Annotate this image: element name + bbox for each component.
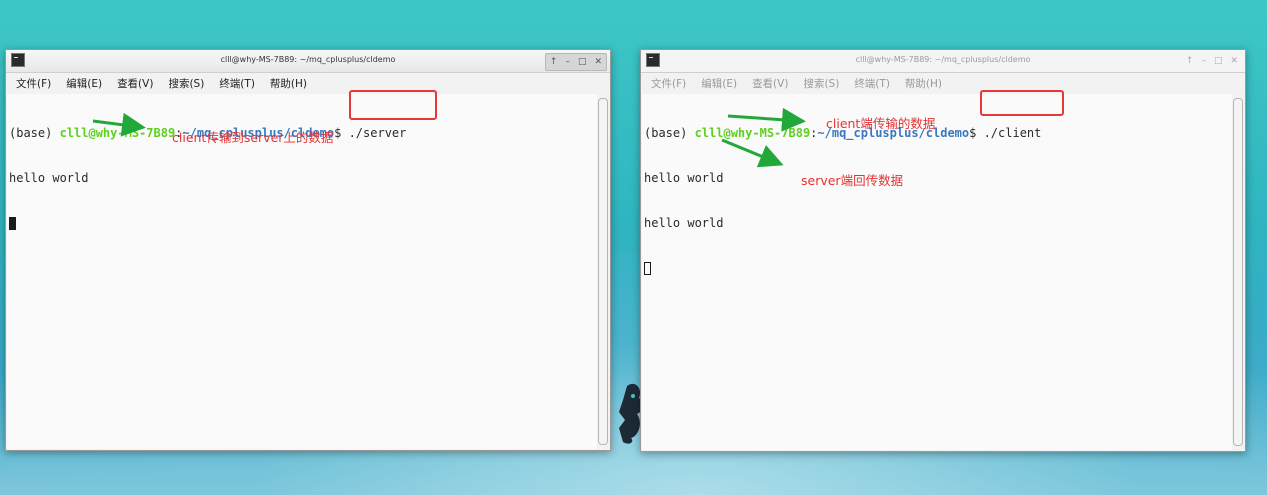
- cursor-line: [9, 216, 595, 231]
- scrollbar[interactable]: [598, 98, 608, 445]
- terminal-cursor: [644, 262, 651, 275]
- window-title: clll@why-MS-7B89: ~/mq_cplusplus/cldemo: [855, 55, 1031, 64]
- menu-help[interactable]: 帮助(H): [270, 76, 307, 91]
- window-controls: ↑ – □ ✕: [1182, 53, 1242, 69]
- env-label: (base): [9, 126, 60, 140]
- output-line: hello world: [644, 171, 724, 185]
- prompt-user: clll@why-MS-7B89: [59, 126, 176, 140]
- prompt-dollar: $: [969, 126, 984, 140]
- command-highlight-box: [980, 90, 1064, 116]
- menu-file[interactable]: 文件(F): [16, 76, 51, 91]
- prompt-user: clll@why-MS-7B89: [694, 126, 811, 140]
- terminal-window-server[interactable]: clll@why-MS-7B89: ~/mq_cplusplus/cldemo …: [5, 49, 611, 451]
- cursor-line: [644, 261, 1230, 276]
- output-line: hello world: [9, 171, 89, 185]
- menu-edit[interactable]: 编辑(E): [701, 76, 737, 91]
- prompt-dollar: $: [334, 126, 349, 140]
- terminal-window-client[interactable]: clll@why-MS-7B89: ~/mq_cplusplus/cldemo …: [640, 49, 1246, 452]
- maximize-icon[interactable]: □: [1214, 56, 1223, 66]
- annotation-echo-label: server端回传数据: [801, 173, 904, 188]
- scrollbar[interactable]: [1233, 98, 1243, 446]
- keep-above-icon[interactable]: ↑: [550, 57, 558, 67]
- menu-bar: 文件(F) 编辑(E) 查看(V) 搜索(S) 终端(T) 帮助(H): [641, 73, 1245, 93]
- annotation-client-label: client端传输的数据: [826, 116, 936, 131]
- menu-terminal[interactable]: 终端(T): [219, 76, 255, 91]
- menu-search[interactable]: 搜索(S): [168, 76, 204, 91]
- terminal-output[interactable]: (base) clll@why-MS-7B89:~/mq_cplusplus/c…: [642, 94, 1232, 450]
- maximize-icon[interactable]: □: [578, 57, 587, 67]
- output-line: hello world: [644, 216, 724, 230]
- command-text: ./client: [983, 126, 1042, 140]
- menu-edit[interactable]: 编辑(E): [66, 76, 102, 91]
- terminal-cursor: [9, 217, 16, 230]
- minimize-icon[interactable]: –: [565, 57, 570, 67]
- close-icon[interactable]: ✕: [594, 57, 602, 67]
- command-highlight-box: [349, 90, 437, 120]
- terminal-output[interactable]: (base) clll@why-MS-7B89:~/mq_cplusplus/c…: [7, 94, 597, 449]
- title-bar[interactable]: clll@why-MS-7B89: ~/mq_cplusplus/cldemo …: [6, 50, 610, 73]
- prompt-line: (base) clll@why-MS-7B89:~/mq_cplusplus/c…: [644, 126, 1230, 141]
- menu-file[interactable]: 文件(F): [651, 76, 686, 91]
- menu-view[interactable]: 查看(V): [117, 76, 153, 91]
- menu-bar: 文件(F) 编辑(E) 查看(V) 搜索(S) 终端(T) 帮助(H): [6, 73, 610, 93]
- command-text: ./server: [348, 126, 407, 140]
- window-controls: ↑ – □ ✕: [544, 53, 607, 71]
- title-bar[interactable]: clll@why-MS-7B89: ~/mq_cplusplus/cldemo …: [641, 50, 1245, 73]
- window-title: clll@why-MS-7B89: ~/mq_cplusplus/cldemo: [220, 55, 396, 64]
- minimize-icon[interactable]: –: [1201, 56, 1206, 66]
- close-icon[interactable]: ✕: [1230, 56, 1238, 66]
- env-label: (base): [644, 126, 695, 140]
- menu-view[interactable]: 查看(V): [752, 76, 788, 91]
- annotation-server-label: client传输到server上的数据: [172, 130, 334, 145]
- menu-help[interactable]: 帮助(H): [905, 76, 942, 91]
- keep-above-icon[interactable]: ↑: [1186, 56, 1194, 66]
- menu-search[interactable]: 搜索(S): [803, 76, 839, 91]
- menu-terminal[interactable]: 终端(T): [854, 76, 890, 91]
